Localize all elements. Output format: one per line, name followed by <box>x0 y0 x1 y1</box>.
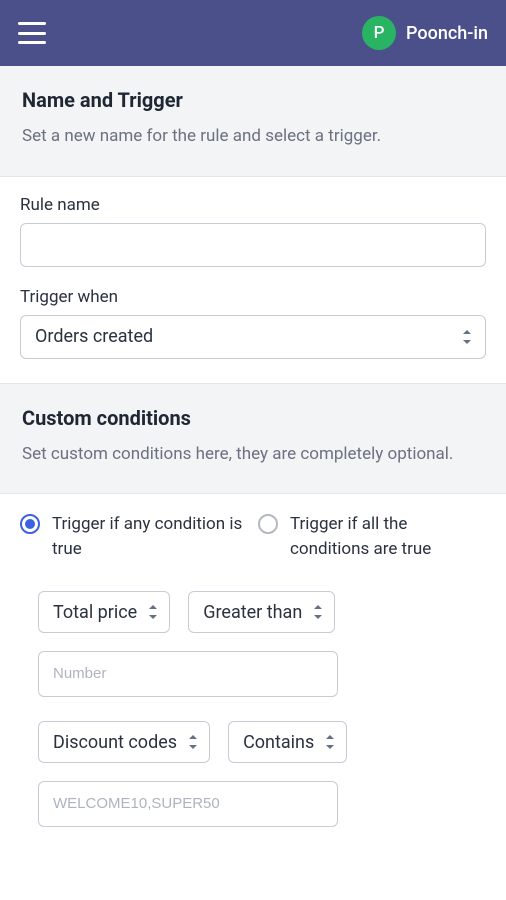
select-value: Greater than <box>203 602 302 623</box>
radio-any-condition[interactable]: Trigger if any condition is true <box>20 512 248 561</box>
select-value: Contains <box>243 732 314 753</box>
condition-row: Discount codes Contains <box>20 721 486 827</box>
trigger-when-label: Trigger when <box>20 287 486 307</box>
condition-mode-radios: Trigger if any condition is true Trigger… <box>20 512 486 561</box>
radio-label: Trigger if all the conditions are true <box>290 512 486 561</box>
condition-operator-select[interactable]: Greater than <box>188 591 335 633</box>
section-name-and-trigger-body: Rule name Trigger when Orders created <box>0 177 506 384</box>
select-value: Total price <box>53 602 137 623</box>
condition-row: Total price Greater than <box>20 591 486 697</box>
chevron-sort-icon <box>187 735 199 749</box>
rule-name-input[interactable] <box>20 223 486 267</box>
condition-value-input[interactable] <box>38 651 338 697</box>
chevron-sort-icon <box>147 605 159 619</box>
app-header: P Poonch-in <box>0 0 506 66</box>
radio-icon <box>20 514 40 534</box>
radio-icon <box>258 514 278 534</box>
condition-operator-select[interactable]: Contains <box>228 721 347 763</box>
avatar: P <box>362 16 396 50</box>
trigger-when-select[interactable]: Orders created <box>20 315 486 359</box>
menu-icon[interactable] <box>18 22 46 44</box>
condition-field-select[interactable]: Total price <box>38 591 170 633</box>
condition-field-select[interactable]: Discount codes <box>38 721 210 763</box>
chevron-sort-icon <box>324 735 336 749</box>
section-title: Custom conditions <box>22 406 484 430</box>
section-title: Name and Trigger <box>22 88 484 112</box>
section-custom-conditions-body: Trigger if any condition is true Trigger… <box>0 494 506 875</box>
user-menu[interactable]: P Poonch-in <box>362 16 488 50</box>
rule-name-label: Rule name <box>20 195 486 215</box>
section-custom-conditions-head: Custom conditions Set custom conditions … <box>0 384 506 495</box>
radio-label: Trigger if any condition is true <box>52 512 248 561</box>
chevron-sort-icon <box>312 605 324 619</box>
username-label: Poonch-in <box>406 23 488 44</box>
select-value: Discount codes <box>53 732 177 753</box>
section-name-and-trigger-head: Name and Trigger Set a new name for the … <box>0 66 506 177</box>
condition-value-input[interactable] <box>38 781 338 827</box>
trigger-when-selected: Orders created <box>35 326 153 347</box>
section-subtitle: Set a new name for the rule and select a… <box>22 124 484 150</box>
section-subtitle: Set custom conditions here, they are com… <box>22 442 484 468</box>
chevron-sort-icon <box>461 330 473 344</box>
trigger-when-field: Trigger when Orders created <box>20 287 486 359</box>
radio-all-conditions[interactable]: Trigger if all the conditions are true <box>258 512 486 561</box>
rule-name-field: Rule name <box>20 195 486 267</box>
